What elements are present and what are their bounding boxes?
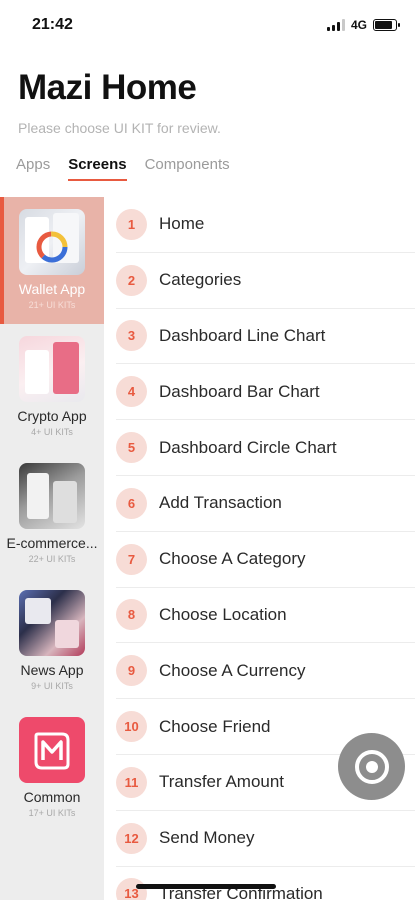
screen-list-item[interactable]: 3 Dashboard Line Chart (116, 309, 415, 365)
screen-label: Add Transaction (159, 493, 282, 513)
common-m-logo-icon (34, 732, 70, 770)
page-title: Mazi Home (18, 68, 197, 107)
page-subtitle: Please choose UI KIT for review. (18, 120, 221, 136)
battery-icon (373, 19, 400, 31)
screen-number-badge: 12 (116, 822, 147, 854)
sidebar-item-crypto-app[interactable]: Crypto App 4+ UI KITs (0, 324, 104, 451)
home-indicator[interactable] (136, 884, 276, 889)
screen-list-item[interactable]: 5 Dashboard Circle Chart (116, 420, 415, 476)
sidebar-item-count: 17+ UI KITs (28, 808, 76, 818)
screen-number-badge: 2 (116, 264, 147, 296)
screen-number-badge: 9 (116, 655, 147, 687)
sidebar-item-label: News App (20, 662, 84, 678)
screen-label: Choose A Category (159, 549, 306, 569)
screen-number-badge: 4 (116, 376, 147, 408)
screen-number-badge: 5 (116, 432, 147, 464)
screen-label: Categories (159, 270, 242, 290)
sidebar-item-label: Crypto App (17, 408, 87, 424)
sidebar-item-label: Common (23, 789, 81, 805)
tab-apps[interactable]: Apps (16, 156, 50, 181)
screen-number-badge: 1 (116, 208, 147, 240)
status-time: 21:42 (32, 16, 73, 33)
screen-list-item[interactable]: 7 Choose A Category (116, 532, 415, 588)
screen-number-badge: 7 (116, 543, 147, 575)
screen-label: Transfer Amount (159, 772, 285, 792)
screen-label: Dashboard Bar Chart (159, 381, 320, 401)
screen-label: Home (159, 214, 205, 234)
tab-components[interactable]: Components (145, 156, 230, 181)
sidebar-item-count: 22+ UI KITs (28, 554, 76, 564)
screen-label: Choose A Currency (159, 660, 306, 680)
screen-number-badge: 10 (116, 711, 147, 743)
kit-sidebar: Wallet App 21+ UI KITs Crypto App 4+ UI … (0, 197, 104, 900)
screen-list-item[interactable]: 12 Send Money (116, 811, 415, 867)
screen-label: Dashboard Line Chart (159, 325, 326, 345)
screen-number-badge: 6 (116, 487, 147, 519)
status-indicators: 4G (326, 18, 400, 32)
sidebar-item-count: 9+ UI KITs (31, 681, 73, 691)
screen-label: Send Money (159, 828, 255, 848)
screen-list-item[interactable]: 2 Categories (116, 253, 415, 309)
sidebar-item-label: Wallet App (18, 281, 86, 297)
screen-list-item[interactable]: 8 Choose Location (116, 588, 415, 644)
ecommerce-thumbnail (19, 463, 85, 529)
tab-screens[interactable]: Screens (68, 156, 127, 181)
news-app-thumbnail (19, 590, 85, 656)
sidebar-item-label: E-commerce... (6, 535, 98, 551)
screen-label: Choose Location (159, 604, 287, 624)
signal-icon (326, 19, 345, 31)
sidebar-item-wallet-app[interactable]: Wallet App 21+ UI KITs (0, 197, 104, 324)
screen-number-badge: 3 (116, 320, 147, 352)
sidebar-item-ecommerce[interactable]: E-commerce... 22+ UI KITs (0, 451, 104, 578)
sidebar-item-news-app[interactable]: News App 9+ UI KITs (0, 578, 104, 705)
screen-list-item[interactable]: 6 Add Transaction (116, 476, 415, 532)
screen-label: Choose Friend (159, 716, 271, 736)
screen-number-badge: 8 (116, 599, 147, 631)
donut-chart-icon (36, 231, 68, 263)
assistive-touch-button[interactable] (338, 733, 405, 800)
crypto-app-thumbnail (19, 336, 85, 402)
status-bar: 21:42 4G (0, 0, 415, 50)
common-logo (19, 717, 85, 783)
sidebar-item-count: 4+ UI KITs (31, 427, 73, 437)
sidebar-item-common[interactable]: Common 17+ UI KITs (0, 705, 104, 832)
screen-list-item[interactable]: 1 Home (116, 197, 415, 253)
sidebar-item-count: 21+ UI KITs (28, 300, 76, 310)
wallet-app-thumbnail (19, 209, 85, 275)
screen-list-item[interactable]: 9 Choose A Currency (116, 643, 415, 700)
screen-number-badge: 13 (116, 878, 147, 900)
tab-bar: Apps Screens Components (16, 156, 230, 181)
screen-label: Dashboard Circle Chart (159, 437, 337, 457)
screen-number-badge: 11 (116, 766, 147, 798)
screen-list-item[interactable]: 4 Dashboard Bar Chart (116, 364, 415, 421)
network-label: 4G (350, 18, 367, 32)
target-icon (354, 749, 389, 784)
